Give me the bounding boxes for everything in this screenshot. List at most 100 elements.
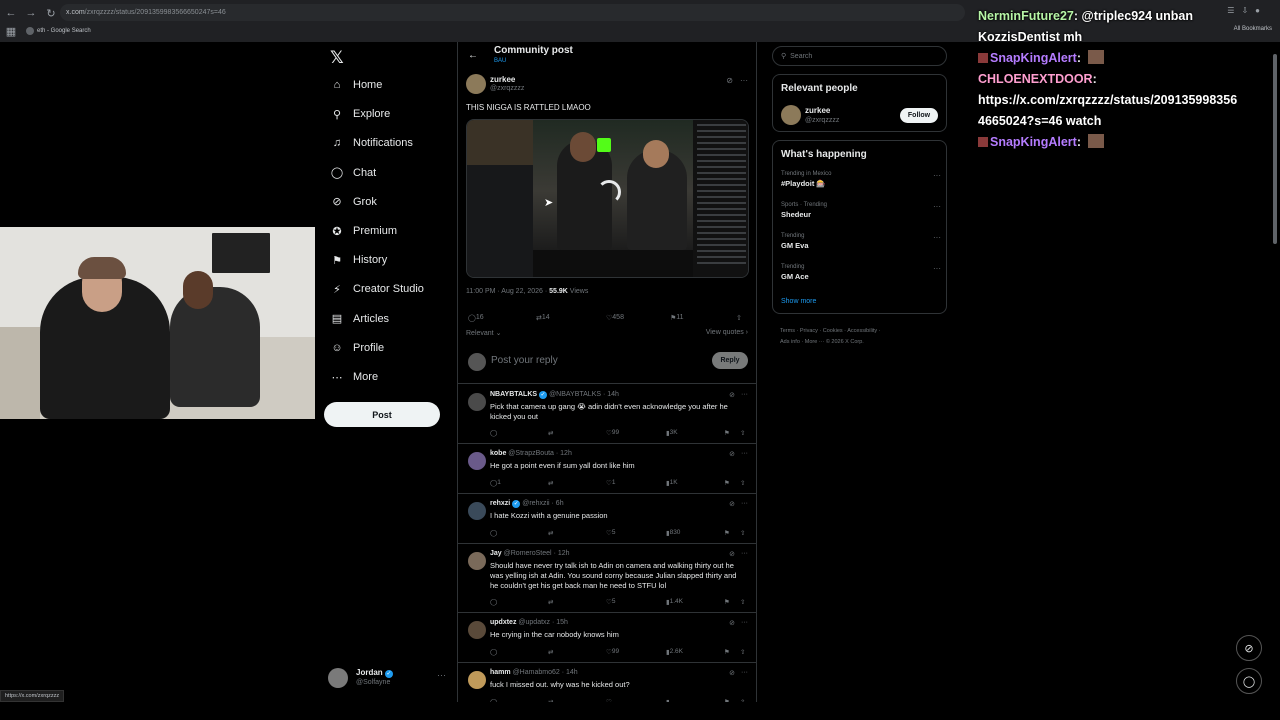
nav-item-chat[interactable]: ◯ Chat: [330, 162, 376, 184]
share-icon[interactable]: ⇧: [740, 648, 745, 656]
bookmark-icon[interactable]: ⚑: [724, 698, 730, 702]
avatar[interactable]: [468, 452, 486, 470]
avatar[interactable]: [468, 621, 486, 639]
reply-post[interactable]: NBAYBTALKS ✓ @NBAYBTALKS · 14h ⊘ ··· Pick tha…: [458, 385, 756, 444]
avatar[interactable]: [468, 671, 486, 689]
avatar[interactable]: [468, 552, 486, 570]
bookmark-action[interactable]: ⚑ 11: [670, 314, 684, 322]
follow-button[interactable]: Follow: [900, 108, 938, 123]
messages-float-icon[interactable]: ◯: [1236, 668, 1262, 694]
views-action[interactable]: ▮ 1K: [666, 479, 678, 487]
apps-icon[interactable]: ▦: [2, 22, 20, 40]
like-action[interactable]: ♡ 1: [606, 479, 615, 487]
reply-action[interactable]: ◯: [490, 429, 497, 437]
reply-input[interactable]: Post your reply: [491, 355, 558, 366]
forward-icon[interactable]: →: [22, 4, 40, 22]
reply-author-name[interactable]: updxtez: [490, 619, 516, 626]
share-icon[interactable]: ⇧: [740, 698, 745, 702]
nav-item-premium[interactable]: ✪ Premium: [330, 220, 397, 242]
share-icon[interactable]: ⇧: [740, 529, 745, 537]
more-icon[interactable]: ···: [933, 202, 941, 211]
reply-sort-dropdown[interactable]: Relevant ⌄: [466, 329, 501, 337]
post-video[interactable]: [466, 119, 749, 278]
share-icon[interactable]: ⇧: [736, 314, 742, 322]
nav-item-more[interactable]: ⋯ More: [330, 366, 379, 388]
nav-item-articles[interactable]: ▤ Articles: [330, 308, 389, 330]
more-icon[interactable]: ···: [933, 233, 941, 242]
repost-action[interactable]: ⇄: [548, 429, 553, 437]
reply-author-name[interactable]: Jay: [490, 550, 502, 557]
grok-icon[interactable]: ⊘: [729, 619, 735, 627]
account-switcher[interactable]: Jordan ✓ @Solfayne ···: [328, 664, 452, 690]
nav-item-history[interactable]: ⚑ History: [330, 249, 387, 271]
views-action[interactable]: ▮ 830: [666, 529, 680, 537]
repost-action[interactable]: ⇄: [548, 529, 553, 537]
nav-item-notifications[interactable]: ♫ Notifications: [330, 132, 413, 154]
views-action[interactable]: ▮ 3K: [666, 429, 678, 437]
repost-action[interactable]: ⇄ 14: [536, 314, 550, 322]
trend-item[interactable]: Trending in Mexico #Playdoit 🎰 ···: [781, 171, 941, 188]
reply-author-handle[interactable]: @StrapzBouta: [508, 450, 554, 457]
more-icon[interactable]: ···: [741, 669, 748, 677]
reply-action[interactable]: ◯: [490, 598, 497, 606]
bookmark-item[interactable]: eth - Google Search: [26, 27, 91, 35]
more-icon[interactable]: ···: [741, 391, 748, 399]
footer-links[interactable]: Terms · Privacy · Cookies · Accessibilit…: [780, 326, 950, 348]
reply-post[interactable]: kobe @StrapzBouta · 12h ⊘ ··· He got a poin…: [458, 444, 756, 494]
repost-action[interactable]: ⇄: [548, 698, 553, 702]
more-icon[interactable]: ···: [933, 264, 941, 273]
nav-item-profile[interactable]: ☺ Profile: [330, 337, 384, 359]
view-quotes-link[interactable]: View quotes ›: [706, 329, 748, 336]
more-icon[interactable]: ···: [741, 619, 748, 627]
share-icon[interactable]: ⇧: [740, 479, 745, 487]
more-icon[interactable]: ···: [740, 76, 748, 85]
reply-action[interactable]: ◯: [490, 529, 497, 537]
avatar[interactable]: [781, 105, 801, 125]
reply-post[interactable]: updxtez @updatxz · 15h ⊘ ··· He crying in t…: [458, 613, 756, 663]
author-handle[interactable]: @zxrqzzzz: [490, 85, 524, 92]
nav-item-explore[interactable]: ⚲ Explore: [330, 103, 390, 125]
community-name[interactable]: BAU: [494, 58, 506, 64]
reply-author-name[interactable]: kobe: [490, 450, 506, 457]
reply-author-name[interactable]: rehxzi: [490, 500, 510, 507]
like-action[interactable]: ♡ 5: [606, 598, 615, 606]
nav-item-grok[interactable]: ⊘ Grok: [330, 191, 376, 213]
more-icon[interactable]: ···: [741, 500, 748, 508]
grok-icon[interactable]: ⊘: [729, 669, 735, 677]
trend-item[interactable]: Trending GM Ace ···: [781, 264, 941, 281]
show-more-link[interactable]: Show more: [781, 298, 816, 305]
like-action[interactable]: ♡ 458: [606, 314, 624, 322]
more-icon[interactable]: ···: [437, 670, 446, 680]
reply-post[interactable]: rehxzi ✓ @rehxzii · 6h ⊘ ··· I hate Kozzi wit…: [458, 494, 756, 544]
reload-icon[interactable]: ↻: [42, 4, 60, 22]
reply-action[interactable]: ◯: [490, 648, 497, 656]
trend-item[interactable]: Sports · Trending Shedeur ···: [781, 202, 941, 219]
grok-icon[interactable]: ⊘: [726, 76, 733, 85]
x-logo-icon[interactable]: 𝕏: [330, 48, 344, 68]
search-input[interactable]: ⚲ Search: [772, 46, 947, 66]
reply-author-name[interactable]: hamm: [490, 669, 511, 676]
views-action[interactable]: ▮ 2.6K: [666, 648, 683, 656]
avatar[interactable]: [466, 74, 486, 94]
post-button[interactable]: Post: [324, 402, 440, 427]
avatar[interactable]: [468, 502, 486, 520]
grok-icon[interactable]: ⊘: [729, 550, 735, 558]
like-action[interactable]: ♡ 5: [606, 529, 615, 537]
reply-action[interactable]: ◯ 16: [468, 314, 484, 322]
share-icon[interactable]: ⇧: [740, 598, 745, 606]
share-icon[interactable]: ⇧: [740, 429, 745, 437]
like-action[interactable]: ♡ 99: [606, 648, 619, 656]
reply-action[interactable]: ◯ 1: [490, 479, 501, 487]
reply-author-name[interactable]: NBAYBTALKS: [490, 391, 537, 398]
reply-button[interactable]: Reply: [712, 352, 748, 369]
address-bar[interactable]: x.com/zxrqzzzz/status/209135998356665024…: [60, 4, 965, 21]
page-scrollbar[interactable]: [1272, 44, 1278, 702]
bookmark-icon[interactable]: ⚑: [724, 479, 730, 487]
repost-action[interactable]: ⇄: [548, 648, 553, 656]
grok-icon[interactable]: ⊘: [729, 391, 735, 399]
repost-action[interactable]: ⇄: [548, 598, 553, 606]
reply-author-handle[interactable]: @updatxz: [518, 619, 550, 626]
reply-author-handle[interactable]: @rehxzii: [522, 500, 549, 507]
grok-icon[interactable]: ⊘: [729, 450, 735, 458]
reply-author-handle[interactable]: @RomeroSteel: [504, 550, 552, 557]
